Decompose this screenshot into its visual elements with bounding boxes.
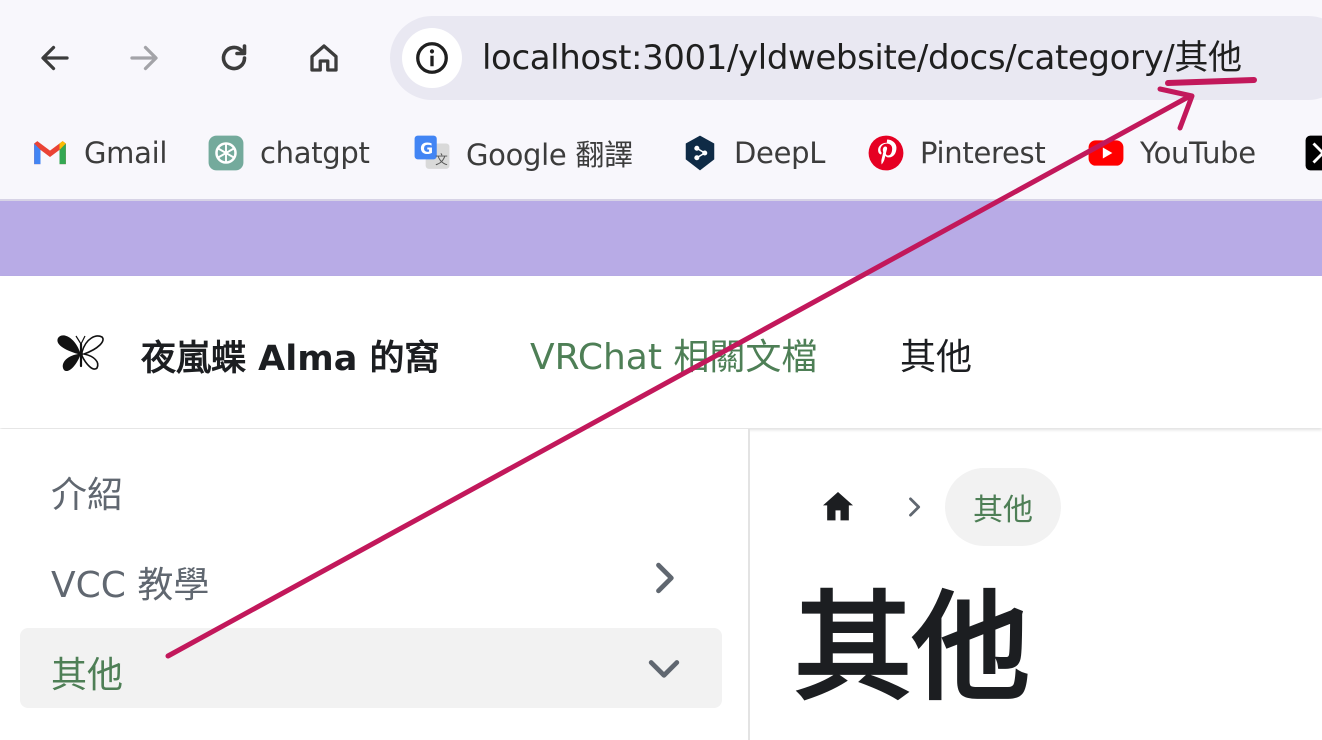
sidebar-item-label: VCC 教學 xyxy=(51,565,210,606)
site-navbar: 夜嵐蝶 Alma 的窩 VRChat 相關文檔 其他 xyxy=(0,276,1322,428)
youtube-icon xyxy=(1086,133,1126,173)
back-arrow-icon[interactable] xyxy=(33,36,77,80)
bookmark-label: Google 翻譯 xyxy=(466,138,633,172)
breadcrumb-current: 其他 xyxy=(945,468,1061,546)
url-text[interactable]: localhost:3001/yldwebsite/docs/category/… xyxy=(482,36,1242,80)
sidebar-item-vcc-tutorial[interactable]: VCC 教學 xyxy=(20,538,722,618)
deepl-icon xyxy=(680,133,720,173)
sidebar-item-intro[interactable]: 介紹 xyxy=(20,448,722,528)
bookmark-deepl[interactable]: DeepL xyxy=(680,126,825,180)
pinterest-icon xyxy=(866,133,906,173)
forward-arrow-icon[interactable] xyxy=(122,36,166,80)
browser-chrome: localhost:3001/yldwebsite/docs/category/… xyxy=(0,0,1322,201)
butterfly-icon[interactable] xyxy=(52,328,108,378)
announcement-bar xyxy=(0,201,1322,276)
google-translate-icon: G文 xyxy=(412,133,452,173)
chatgpt-icon xyxy=(206,133,246,173)
sidebar-item-label: 其他 xyxy=(51,655,124,696)
gmail-icon xyxy=(30,133,70,173)
home-icon[interactable] xyxy=(302,36,346,80)
nav-link-other[interactable]: 其他 xyxy=(900,328,972,380)
site-brand[interactable]: 夜嵐蝶 Alma 的窩 xyxy=(141,330,440,381)
sidebar-item-label: 介紹 xyxy=(51,475,124,516)
bookmark-label: Gmail xyxy=(84,136,168,170)
bookmark-label: YouTube xyxy=(1140,136,1256,170)
home-icon[interactable] xyxy=(818,487,858,527)
sidebar-item-other[interactable]: 其他 xyxy=(20,628,722,708)
bookmark-youtube[interactable]: YouTube xyxy=(1086,126,1256,180)
bookmark-x[interactable] xyxy=(1304,126,1322,180)
chevron-down-icon[interactable] xyxy=(642,646,686,690)
bookmark-chatgpt[interactable]: chatgpt xyxy=(206,126,370,180)
bookmark-pinterest[interactable]: Pinterest xyxy=(866,126,1046,180)
svg-text:G: G xyxy=(420,139,433,158)
bookmark-label: Pinterest xyxy=(920,136,1046,170)
chevron-right-icon[interactable] xyxy=(642,556,686,600)
chevron-right-icon xyxy=(909,497,921,517)
address-bar[interactable]: localhost:3001/yldwebsite/docs/category/… xyxy=(390,16,1322,100)
bookmark-gmail[interactable]: Gmail xyxy=(30,126,167,180)
reload-icon[interactable] xyxy=(212,36,256,80)
x-icon xyxy=(1304,133,1322,173)
page-title: 其他 xyxy=(794,579,1031,717)
bookmark-google-translate[interactable]: G文 Google 翻譯 xyxy=(412,126,633,180)
bookmark-label: chatgpt xyxy=(260,136,370,170)
bookmarks-bar: Gmail chatgpt G文 Google 翻譯 DeepL Pintere… xyxy=(0,126,1322,180)
nav-link-vrchat-docs[interactable]: VRChat 相關文檔 xyxy=(530,328,817,380)
site-info-icon[interactable] xyxy=(402,28,462,88)
main-content: 其他 其他 xyxy=(750,429,1322,740)
svg-text:文: 文 xyxy=(435,152,448,167)
bookmark-label: DeepL xyxy=(734,136,826,170)
docs-sidebar: 介紹 VCC 教學 其他 xyxy=(0,429,748,740)
